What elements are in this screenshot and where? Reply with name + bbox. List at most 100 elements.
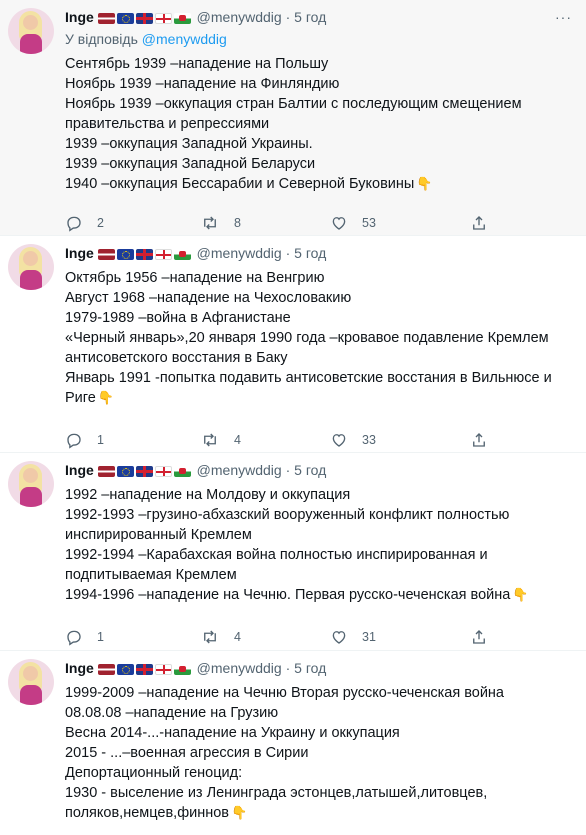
tweet-text-line: 1992-1993 –грузино-абхазский вооруженный… [65, 507, 510, 523]
retweet-count: 4 [234, 629, 241, 644]
heart-icon [330, 216, 348, 231]
tweet-text-line: Депортационный геноцид: [65, 765, 243, 781]
latvia-flag [97, 664, 115, 676]
tweet-text-line-wrap: Риге 👇 [65, 388, 580, 408]
tweet[interactable]: Inge @menywddig · 5 год 1999-2009 –нападе… [0, 651, 586, 835]
tweet-text-line: Январь 1991 -попытка подавить антисоветс… [65, 370, 552, 386]
reply-button[interactable]: 1 [65, 429, 104, 450]
tweet-text-line: правительства и репрессиями [65, 116, 270, 132]
wales-flag [173, 466, 191, 478]
tweet-header: Inge @menywddig · 5 год ··· [65, 8, 580, 26]
share-button[interactable] [470, 212, 488, 232]
retweet-button[interactable]: 8 [200, 212, 241, 232]
tweet-text-line: Ноябрь 1939 –нападение на Финляндию [65, 76, 340, 92]
eu-flag [116, 249, 134, 261]
reply-prefix: У відповідь [65, 31, 142, 47]
avatar[interactable] [8, 461, 54, 507]
author-flags [97, 462, 193, 480]
reply-count: 1 [97, 432, 104, 447]
wales-flag [173, 13, 191, 25]
like-button[interactable]: 31 [330, 626, 376, 646]
reply-to-handle-link[interactable]: @menywddig [142, 31, 227, 47]
share-button[interactable] [470, 626, 488, 646]
tweet-actions: 1 4 31 [65, 626, 495, 647]
more-options-icon[interactable]: ··· [555, 8, 572, 26]
like-button[interactable]: 33 [330, 429, 376, 449]
avatar[interactable] [8, 244, 54, 290]
avatar[interactable] [8, 8, 54, 54]
heart-icon [330, 630, 348, 645]
eu-flag [116, 664, 134, 676]
reply-count: 1 [97, 629, 104, 644]
tweet[interactable]: Inge @menywddig · 5 год ··· У відповідь @m… [0, 0, 586, 236]
tweet-text-line: 1940 –оккупация Бессарабии и Северной Бу… [65, 176, 415, 192]
reply-icon [65, 433, 83, 450]
share-icon [470, 630, 488, 645]
author-name[interactable]: Inge [65, 660, 94, 676]
retweet-button[interactable]: 4 [200, 626, 241, 646]
retweet-button[interactable]: 4 [200, 429, 241, 449]
reply-icon [65, 630, 83, 647]
tweet-text-line: 1994-1996 –нападение на Чечню. Первая ру… [65, 587, 511, 603]
retweet-icon [200, 630, 220, 644]
author-name[interactable]: Inge [65, 9, 94, 25]
uk-flag [135, 466, 153, 478]
separator-dot: · [281, 9, 295, 25]
author-name[interactable]: Inge [65, 462, 94, 478]
author-flags [97, 660, 193, 678]
tweet-text-line-wrap: поляков,немцев,финнов 👇 [65, 803, 580, 823]
tweet-text-line: поляков,немцев,финнов [65, 805, 230, 821]
tweet-text-line-wrap: 1940 –оккупация Бессарабии и Северной Бу… [65, 174, 580, 194]
share-icon [470, 216, 488, 231]
tweet-text-line: Август 1968 –нападение на Чехословакию [65, 290, 352, 306]
reply-context: У відповідь @menywddig [65, 30, 580, 48]
tweet-text-line: 1939 –оккупация Западной Украины. [65, 136, 313, 152]
author-handle[interactable]: @menywddig [193, 462, 282, 478]
tweet-timestamp[interactable]: 5 год [294, 245, 326, 261]
pointing-down-emoji: 👇 [512, 587, 529, 602]
tweet-text-line: подпитываемая Кремлем [65, 567, 237, 583]
tweet-text-line: Ноябрь 1939 –оккупация стран Балтии с по… [65, 96, 522, 112]
tweet-text-line-wrap: 1994-1996 –нападение на Чечню. Первая ру… [65, 585, 580, 605]
wales-flag [173, 249, 191, 261]
avatar[interactable] [8, 659, 54, 705]
tweet-text-line: Октябрь 1956 –нападение на Венгрию [65, 270, 325, 286]
tweet-text-line: Весна 2014-...-нападение на Украину и ок… [65, 725, 400, 741]
like-button[interactable]: 53 [330, 212, 376, 232]
reply-icon [65, 216, 83, 233]
tweet-timestamp[interactable]: 5 год [294, 462, 326, 478]
tweet-text-line: «Черный январь»,20 января 1990 года –кро… [65, 330, 549, 346]
tweet-text: Октябрь 1956 –нападение на Венгрию Август… [65, 268, 580, 408]
tweet[interactable]: Inge @menywddig · 5 год 1992 –нападение н… [0, 453, 586, 651]
reply-button[interactable]: 1 [65, 626, 104, 647]
tweet[interactable]: Inge @menywddig · 5 год Октябрь 1956 –нап… [0, 236, 586, 453]
tweet-text-line: инспирированный Кремлем [65, 527, 252, 543]
tweet-text-line: 1992 –нападение на Молдову и оккупация [65, 487, 351, 503]
tweet-timestamp[interactable]: 5 год [294, 9, 326, 25]
author-flags [97, 9, 193, 27]
england-flag [154, 664, 172, 676]
latvia-flag [97, 466, 115, 478]
latvia-flag [97, 13, 115, 25]
eu-flag [116, 466, 134, 478]
author-handle[interactable]: @menywddig [193, 660, 282, 676]
pointing-down-emoji: 👇 [231, 805, 248, 820]
uk-flag [135, 249, 153, 261]
tweet-header: Inge @menywddig · 5 год [65, 244, 580, 262]
author-name[interactable]: Inge [65, 245, 94, 261]
tweet-timestamp[interactable]: 5 год [294, 660, 326, 676]
retweet-icon [200, 216, 220, 230]
retweet-icon [200, 433, 220, 447]
uk-flag [135, 664, 153, 676]
tweet-text-line: Сентябрь 1939 –нападение на Польшу [65, 56, 329, 72]
author-handle[interactable]: @menywddig [193, 245, 282, 261]
tweet-content: Inge @menywddig · 5 год Октябрь 1956 –нап… [65, 244, 580, 408]
author-handle[interactable]: @menywddig [193, 9, 282, 25]
tweet-text-line: 08.08.08 –нападение на Грузию [65, 705, 279, 721]
share-button[interactable] [470, 429, 488, 449]
author-flags [97, 245, 193, 263]
wales-flag [173, 664, 191, 676]
tweet-text: 1999-2009 –нападение на Чечню Вторая рус… [65, 683, 580, 823]
reply-button[interactable]: 2 [65, 212, 104, 233]
eu-flag [116, 13, 134, 25]
